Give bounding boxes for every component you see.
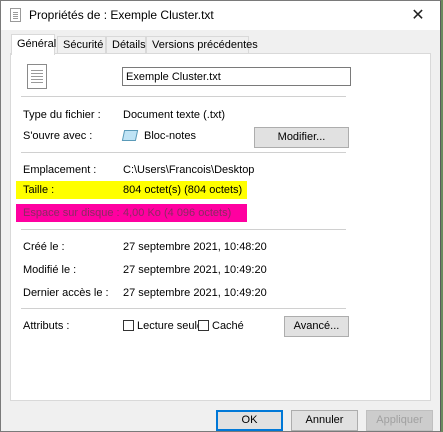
separator: [21, 229, 346, 230]
readonly-checkbox[interactable]: [123, 320, 134, 331]
file-type-label: Type du fichier :: [23, 109, 101, 121]
separator: [21, 308, 346, 309]
apply-button: Appliquer: [366, 410, 433, 431]
modified-label: Modifié le :: [23, 264, 77, 276]
document-icon: [27, 64, 47, 89]
change-button[interactable]: Modifier...: [254, 127, 349, 148]
size-value: 804 octet(s) (804 octets): [123, 184, 243, 196]
tab-security[interactable]: Sécurité: [57, 36, 106, 53]
notepad-icon: [121, 130, 139, 141]
text-file-icon: [10, 8, 21, 22]
location-value: C:\Users\Francois\Desktop: [123, 164, 255, 176]
opens-with-value: Bloc-notes: [144, 130, 196, 142]
tab-details[interactable]: Détails: [106, 36, 146, 53]
title-bar: Propriétés de : Exemple Cluster.txt ✕: [1, 1, 440, 30]
readonly-checkbox-label: Lecture seule: [137, 320, 204, 332]
created-label: Créé le :: [23, 241, 65, 253]
created-value: 27 septembre 2021, 10:48:20: [123, 241, 267, 253]
advanced-button[interactable]: Avancé...: [284, 316, 349, 337]
general-panel: [10, 53, 431, 401]
tab-general[interactable]: Général: [11, 34, 56, 55]
window-title: Propriétés de : Exemple Cluster.txt: [29, 8, 214, 22]
cancel-button[interactable]: Annuler: [291, 410, 358, 431]
disk-size-value: 4,00 Ko (4 096 octets): [123, 207, 232, 219]
file-type-value: Document texte (.txt): [123, 109, 226, 121]
separator: [21, 152, 346, 153]
hidden-checkbox[interactable]: [198, 320, 209, 331]
hidden-checkbox-label: Caché: [212, 320, 244, 332]
file-name-input[interactable]: [122, 67, 351, 86]
disk-size-label: Espace sur disque :: [23, 207, 120, 219]
tab-previous-versions[interactable]: Versions précédentes: [146, 36, 258, 53]
accessed-value: 27 septembre 2021, 10:49:20: [123, 287, 267, 299]
properties-dialog: Propriétés de : Exemple Cluster.txt ✕ Gé…: [0, 0, 441, 432]
close-icon[interactable]: ✕: [396, 1, 440, 30]
opens-with-label: S'ouvre avec :: [23, 130, 93, 142]
size-label: Taille :: [23, 184, 55, 196]
modified-value: 27 septembre 2021, 10:49:20: [123, 264, 267, 276]
separator: [21, 96, 346, 97]
ok-button[interactable]: OK: [216, 410, 283, 431]
attributes-label: Attributs :: [23, 320, 70, 332]
accessed-label: Dernier accès le :: [23, 287, 109, 299]
location-label: Emplacement :: [23, 164, 97, 176]
